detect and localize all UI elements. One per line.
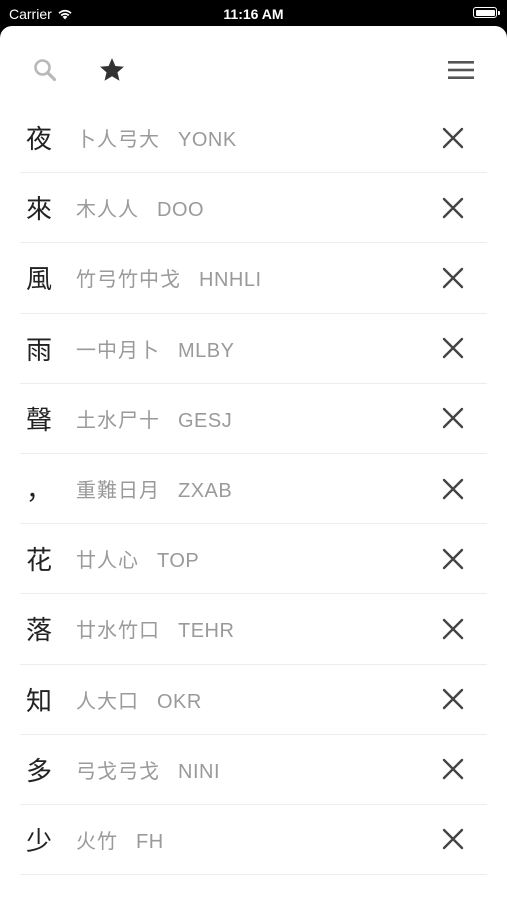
input-code: 卜人弓大 YONK [76, 123, 237, 152]
remove-button[interactable] [439, 194, 467, 222]
latin-code: MLBY [178, 339, 235, 362]
input-code: 弓戈弓戈 NINI [76, 755, 220, 784]
menu-button[interactable] [445, 54, 477, 86]
close-icon [442, 408, 464, 429]
search-button[interactable] [29, 54, 61, 86]
input-code: 木人人 DOO [76, 193, 204, 222]
input-code: 重難日月 ZXAB [76, 474, 232, 503]
latin-code: ZXAB [178, 480, 233, 503]
list-item[interactable]: 來 木人人 DOO [20, 173, 487, 244]
list-item[interactable]: 風 竹弓竹中戈 HNHLI [20, 243, 487, 314]
close-icon [442, 688, 464, 710]
radicals: 土水尸十 [76, 407, 160, 432]
radicals: 重難日月 [76, 478, 160, 503]
close-icon [442, 337, 464, 359]
close-icon [442, 197, 464, 218]
remove-button[interactable] [439, 615, 467, 643]
input-code: 廿人心 TOP [76, 544, 199, 573]
search-icon [34, 59, 57, 82]
character: 夜 [26, 125, 53, 156]
character: 來 [26, 195, 53, 226]
list-item[interactable]: 知 人大口 OKR [20, 665, 487, 735]
latin-code: TEHR [178, 620, 235, 643]
latin-code: HNHLI [199, 269, 262, 292]
remove-button[interactable] [439, 825, 467, 853]
radicals: 竹弓竹中戈 [76, 267, 181, 292]
radicals: 卜人弓大 [76, 127, 160, 152]
list-item[interactable]: 多 弓戈弓戈 NINI [20, 735, 487, 805]
radicals: 木人人 [76, 197, 139, 222]
list-item[interactable]: 聲 土水尸十 GESJ [20, 384, 487, 454]
close-icon [442, 759, 464, 780]
list-item[interactable]: 夜 卜人弓大 YONK [20, 103, 487, 174]
character: 少 [26, 826, 53, 857]
hamburger-menu-icon [448, 61, 474, 79]
close-icon [442, 548, 464, 569]
close-icon [442, 618, 464, 640]
remove-button[interactable] [439, 755, 467, 783]
favorites-button[interactable] [96, 54, 128, 86]
list-item[interactable]: 雨 一中月卜 MLBY [20, 314, 487, 384]
latin-code: GESJ [178, 409, 233, 432]
battery-icon [473, 7, 500, 18]
close-icon [442, 478, 464, 499]
latin-code: TOP [157, 550, 200, 573]
radicals: 廿水竹口 [76, 618, 160, 643]
remove-button[interactable] [439, 545, 467, 573]
radicals: 廿人心 [76, 548, 139, 573]
input-code: 土水尸十 GESJ [76, 404, 232, 433]
character: 雨 [26, 335, 53, 366]
close-icon [442, 127, 464, 148]
input-code: 火竹 FH [76, 825, 164, 854]
remove-button[interactable] [439, 124, 467, 152]
radicals: 弓戈弓戈 [76, 758, 160, 783]
remove-button[interactable] [439, 475, 467, 503]
list-item[interactable]: ， 重難日月 ZXAB [20, 454, 487, 525]
latin-code: FH [136, 830, 164, 853]
remove-button[interactable] [439, 334, 467, 362]
character: 落 [26, 616, 53, 647]
latin-code: DOO [157, 199, 205, 222]
input-code: 人大口 OKR [76, 685, 202, 714]
close-icon [442, 267, 464, 289]
radicals: 一中月卜 [76, 337, 160, 362]
remove-button[interactable] [439, 264, 467, 292]
latin-code: OKR [157, 690, 202, 713]
input-code: 一中月卜 MLBY [76, 334, 234, 363]
character: 花 [26, 546, 53, 577]
remove-button[interactable] [439, 685, 467, 713]
character: 風 [26, 265, 53, 296]
latin-code: YONK [178, 129, 237, 152]
character: 知 [26, 686, 53, 717]
close-icon [442, 829, 464, 850]
radicals: 火竹 [76, 828, 118, 853]
latin-code: NINI [178, 760, 220, 783]
favorites-sheet: 夜 卜人弓大 YONK 來 木人人 DOO 風 竹弓竹中戈 HNHLI 雨 一中… [0, 26, 507, 900]
remove-button[interactable] [439, 404, 467, 432]
star-icon [100, 58, 124, 81]
toolbar [0, 26, 507, 114]
radicals: 人大口 [76, 688, 139, 713]
list-item[interactable]: 落 廿水竹口 TEHR [20, 594, 487, 665]
character: ， [26, 476, 53, 507]
favorites-list: 夜 卜人弓大 YONK 來 木人人 DOO 風 竹弓竹中戈 HNHLI 雨 一中… [20, 103, 487, 876]
input-code: 竹弓竹中戈 HNHLI [76, 263, 262, 292]
list-item[interactable]: 花 廿人心 TOP [20, 524, 487, 595]
status-bar: Carrier 11:16 AM [0, 0, 507, 27]
status-time: 11:16 AM [223, 6, 284, 22]
character: 多 [26, 756, 53, 787]
input-code: 廿水竹口 TEHR [76, 614, 234, 643]
character: 聲 [26, 405, 53, 436]
list-item[interactable]: 少 火竹 FH [20, 805, 487, 876]
